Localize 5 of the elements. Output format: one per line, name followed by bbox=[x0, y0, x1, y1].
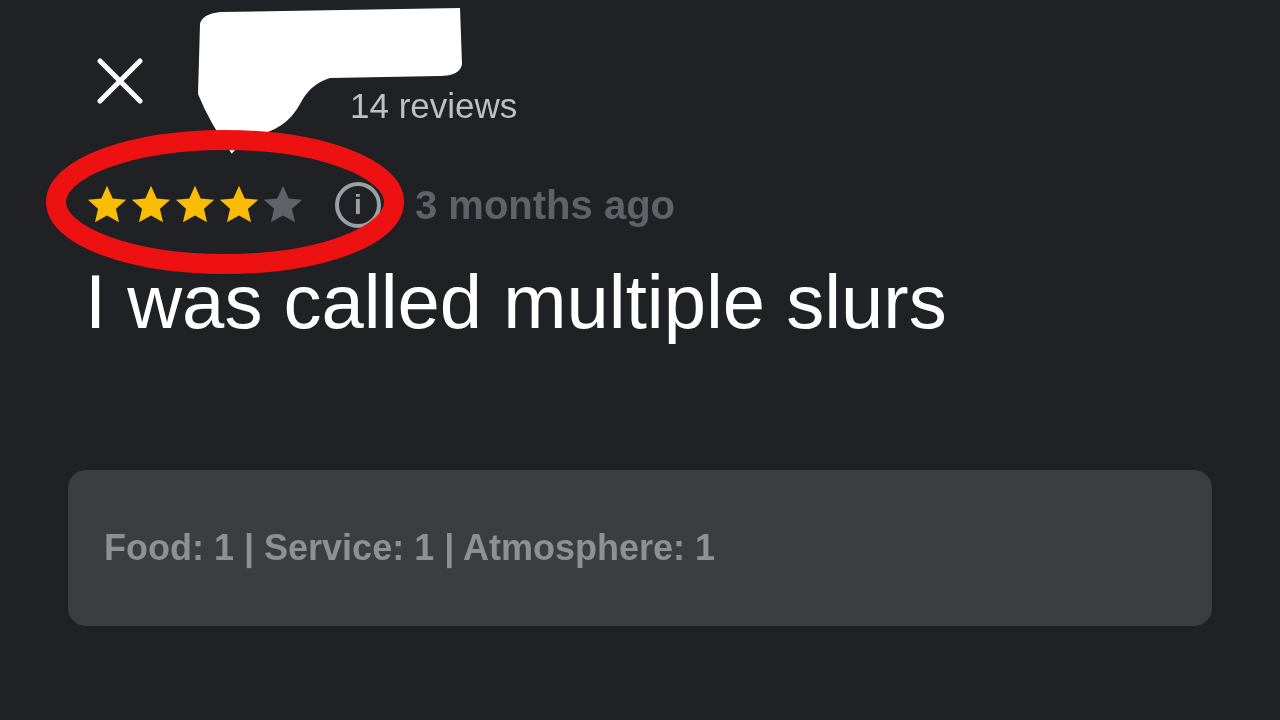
info-icon[interactable]: i bbox=[335, 182, 381, 228]
close-icon[interactable] bbox=[97, 58, 143, 104]
review-count: 14 reviews bbox=[350, 88, 518, 123]
ratings-text: Food: 1 | Service: 1 | Atmosphere: 1 bbox=[104, 526, 715, 571]
review-time: 3 months ago bbox=[415, 185, 676, 225]
